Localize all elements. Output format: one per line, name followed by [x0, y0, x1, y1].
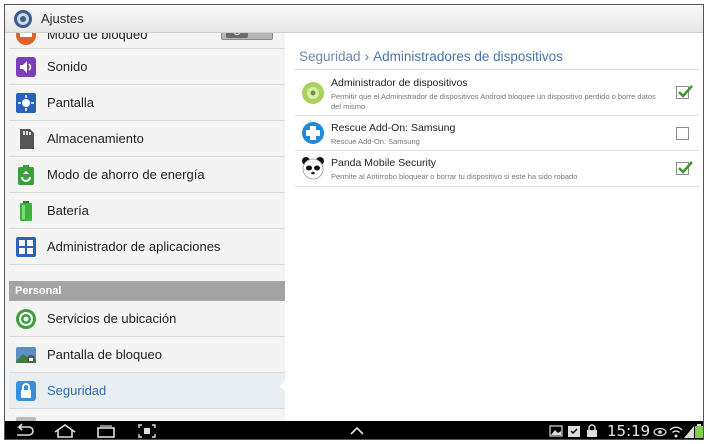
sidebar-item-label: Sonido: [47, 59, 88, 74]
checkmark-icon: [678, 85, 693, 98]
sidebar-item-label: Pantalla de bloqueo: [47, 347, 162, 362]
sidebar-item-label: Pantalla: [47, 95, 94, 110]
location-icon: [16, 308, 36, 329]
sidebar-item-battery[interactable]: Batería: [9, 193, 285, 229]
lock-screen-icon: [16, 346, 36, 363]
back-icon[interactable]: [13, 423, 35, 439]
speaker-icon: [16, 56, 36, 77]
block-mode-icon: [16, 33, 36, 45]
system-navigation-bar: 15:19: [5, 421, 703, 440]
sidebar-item-next[interactable]: [9, 409, 285, 421]
home-icon[interactable]: [53, 423, 77, 439]
sidebar-item-label: Batería: [47, 203, 89, 218]
sidebar-item-label: Servicios de ubicación: [47, 311, 177, 326]
detail-panel: Seguridad › Administradores de dispositivo…: [285, 33, 703, 421]
sidebar-item-lock-screen[interactable]: Pantalla de bloqueo: [9, 337, 285, 373]
rescue-plus-icon: [302, 122, 324, 144]
sidebar-item-label: Modo de bloqueo: [47, 33, 148, 42]
sidebar-item-power-saving[interactable]: Modo de ahorro de energía: [9, 157, 285, 193]
breadcrumb-separator: ›: [364, 49, 370, 64]
block-mode-toggle[interactable]: O: [221, 33, 273, 40]
sidebar-item-storage[interactable]: Almacenamiento: [9, 121, 285, 157]
battery-icon: [20, 200, 32, 221]
section-header-personal: Personal: [9, 281, 285, 301]
lock-notification-icon: [587, 424, 597, 437]
admin-checkbox-device-manager[interactable]: [676, 85, 693, 99]
sidebar-item-block-mode[interactable]: Modo de bloqueo O: [9, 33, 285, 49]
sd-card-icon: [20, 128, 34, 149]
sidebar-item-label: Modo de ahorro de energía: [47, 167, 205, 182]
admin-checkbox-rescue[interactable]: [676, 127, 689, 140]
apps-grid-icon: [16, 236, 36, 257]
battery-status-icon: [695, 424, 703, 438]
recent-apps-icon[interactable]: [95, 423, 117, 439]
admin-title: Administrador de dispositivos: [331, 77, 468, 89]
section-label: Personal: [15, 285, 62, 297]
breadcrumb-current: Administradores de dispositivos: [373, 49, 563, 64]
action-bar: Ajustes: [5, 5, 703, 33]
display-icon: [16, 92, 36, 113]
admin-item-rescue[interactable]: Rescue Add-On: Samsung Rescue Add-On: Sa…: [295, 116, 699, 151]
admin-checkbox-panda[interactable]: [676, 161, 693, 175]
sidebar-item-location[interactable]: Servicios de ubicación: [9, 301, 285, 337]
checkmark-icon: [678, 161, 693, 174]
sidebar-item-label: Administrador de aplicaciones: [47, 239, 221, 254]
admin-description: Permitir que el Administrador de disposi…: [331, 92, 656, 111]
sidebar-item-label: Almacenamiento: [47, 131, 144, 146]
status-clock: 15:19: [607, 422, 651, 440]
admin-description: Permite al Antirrobo bloquear o borrar t…: [331, 172, 578, 181]
chevron-up-icon[interactable]: [347, 423, 367, 439]
app-title: Ajustes: [41, 11, 84, 26]
settings-sidebar[interactable]: Modo de bloqueo O Sonido Pantalla Almace…: [9, 33, 285, 421]
admin-title: Rescue Add-On: Samsung: [331, 122, 456, 134]
settings-window: Ajustes Modo de bloqueo O Sonido Pantall…: [4, 4, 704, 440]
signal-strength-icon: [684, 426, 694, 438]
gallery-notification-icon: [549, 425, 563, 437]
screenshot-icon[interactable]: [137, 423, 157, 439]
sidebar-item-security[interactable]: Seguridad: [9, 373, 285, 409]
sidebar-item-app-manager[interactable]: Administrador de aplicaciones: [9, 229, 285, 265]
sidebar-item-label: Seguridad: [47, 383, 107, 398]
admin-description: Rescue Add-On: Samsung: [331, 137, 420, 146]
device-manager-icon: [302, 82, 324, 104]
admin-title: Panda Mobile Security: [331, 157, 437, 169]
toggle-knob: O: [226, 33, 248, 38]
smart-stay-eye-icon: [653, 427, 667, 437]
admin-item-device-manager[interactable]: Administrador de dispositivos Permitir q…: [295, 70, 699, 116]
download-complete-icon: [568, 426, 580, 437]
sidebar-item-display[interactable]: Pantalla: [9, 85, 285, 121]
lock-icon: [16, 380, 36, 401]
sidebar-item-sound[interactable]: Sonido: [9, 49, 285, 85]
admin-item-panda[interactable]: Panda Mobile Security Permite al Antirro…: [295, 151, 699, 187]
wifi-icon: [669, 426, 683, 438]
panda-icon: [302, 157, 324, 180]
breadcrumb-parent[interactable]: Seguridad: [299, 49, 361, 64]
breadcrumb: Seguridad › Administradores de dispositivo…: [299, 49, 563, 64]
power-saving-icon: [18, 164, 34, 185]
settings-gear-icon[interactable]: [13, 9, 33, 29]
